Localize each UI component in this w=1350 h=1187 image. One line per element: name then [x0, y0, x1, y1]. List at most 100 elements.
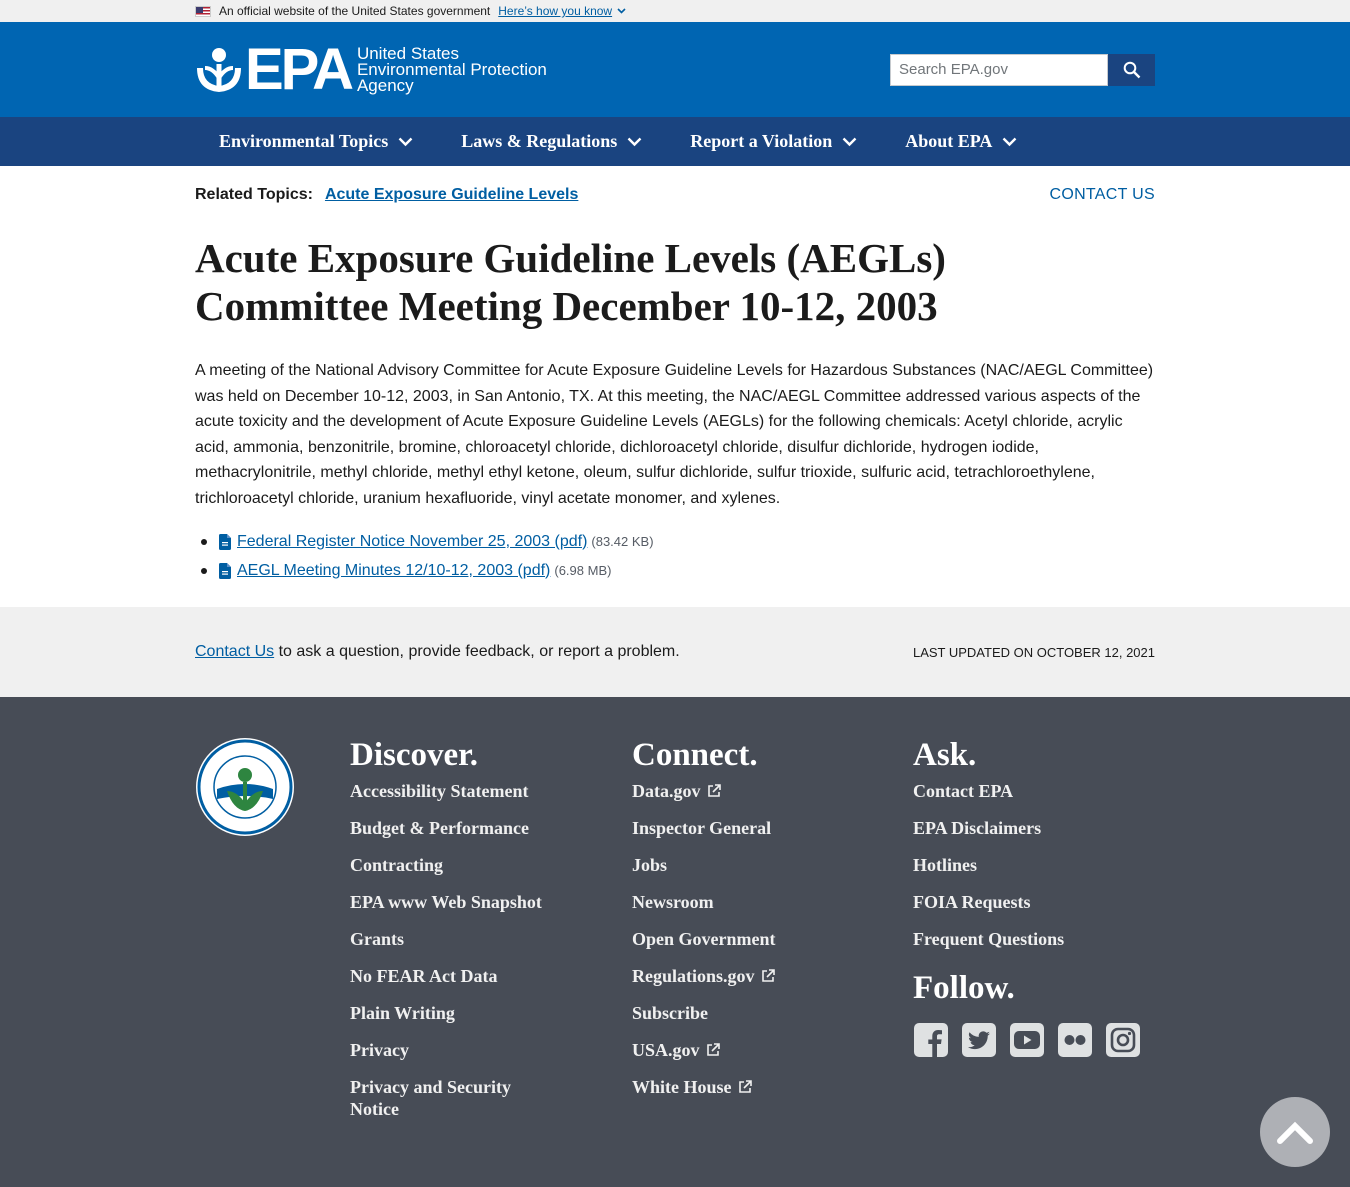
- feedback-contact-link[interactable]: Contact Us: [195, 643, 274, 660]
- footer-link-label: Regulations.gov: [632, 966, 755, 986]
- external-link-icon: [706, 1043, 720, 1056]
- footer-link[interactable]: Subscribe: [632, 1002, 776, 1024]
- nav-label: About EPA: [905, 131, 993, 151]
- epa-seal-icon: [195, 737, 295, 842]
- back-to-top-button[interactable]: [1260, 1097, 1330, 1167]
- footer-link[interactable]: Inspector General: [632, 817, 776, 839]
- instagram-icon[interactable]: [1105, 1022, 1141, 1058]
- footer-link-label: Data.gov: [632, 781, 701, 801]
- footer-ask-title: Ask.: [913, 737, 977, 773]
- footer-link-usagov[interactable]: USA.gov: [632, 1039, 776, 1061]
- footer-link-datagov[interactable]: Data.gov: [632, 780, 776, 802]
- intro-paragraph: A meeting of the National Advisory Commi…: [195, 362, 1154, 507]
- chevron-down-icon: [1003, 137, 1017, 146]
- gov-banner-text: An official website of the United States…: [219, 4, 491, 18]
- meeting-minutes-link[interactable]: AEGL Meeting Minutes 12/10-12, 2003 (pdf…: [237, 562, 550, 580]
- feedback-bar: Contact Us to ask a question, provide fe…: [0, 607, 1350, 697]
- search-button[interactable]: [1108, 53, 1155, 86]
- footer-discover: Discover. Accessibility Statement Budget…: [350, 735, 550, 1135]
- footer-link[interactable]: EPA www Web Snapshot: [350, 891, 550, 913]
- footer-link-label: White House: [632, 1077, 732, 1097]
- logo-line-3: Agency: [356, 75, 414, 95]
- site-footer: Discover. Accessibility Statement Budget…: [0, 697, 1350, 1187]
- footer-link[interactable]: Privacy: [350, 1039, 550, 1061]
- youtube-icon[interactable]: [1009, 1022, 1045, 1058]
- footer-link[interactable]: Budget & Performance: [350, 817, 550, 839]
- facebook-icon[interactable]: [913, 1022, 949, 1058]
- list-item: AEGL Meeting Minutes 12/10-12, 2003 (pdf…: [195, 556, 1155, 585]
- nav-label: Laws & Regulations: [461, 131, 618, 151]
- footer-link[interactable]: Frequent Questions: [913, 928, 1141, 950]
- nav-about-epa[interactable]: About EPA: [881, 131, 1041, 152]
- footer-discover-title: Discover.: [350, 737, 479, 773]
- feedback-message: to ask a question, provide feedback, or …: [274, 643, 680, 660]
- page-title: Acute Exposure Guideline Levels (AEGLs) …: [195, 234, 1155, 330]
- main-content: Related Topics: Acute Exposure Guideline…: [195, 166, 1155, 585]
- related-topic-link[interactable]: Acute Exposure Guideline Levels: [325, 186, 578, 204]
- external-link-icon: [761, 969, 775, 982]
- external-link-icon: [707, 784, 721, 797]
- chevron-down-icon: [398, 137, 413, 146]
- footer-link[interactable]: Newsroom: [632, 891, 776, 913]
- footer-link-whitehouse[interactable]: White House: [632, 1076, 776, 1098]
- nav-report-violation[interactable]: Report a Violation: [666, 131, 881, 152]
- footer-link-label: USA.gov: [632, 1040, 700, 1060]
- list-item: Federal Register Notice November 25, 200…: [195, 527, 1155, 556]
- feedback-text: Contact Us to ask a question, provide fe…: [195, 643, 680, 661]
- chevron-down-icon: [617, 8, 626, 14]
- social-links: [913, 1022, 1141, 1058]
- footer-connect-title: Connect.: [632, 737, 758, 773]
- file-icon: [219, 562, 231, 579]
- footer-link[interactable]: Jobs: [632, 854, 776, 876]
- footer-link[interactable]: Open Government: [632, 928, 776, 950]
- flickr-icon[interactable]: [1057, 1022, 1093, 1058]
- footer-ask: Ask. Contact EPA EPA Disclaimers Hotline…: [913, 735, 1141, 1058]
- footer-connect: Connect. Data.gov Inspector General Jobs…: [632, 735, 776, 1113]
- nav-label: Environmental Topics: [219, 131, 389, 151]
- file-icon: [219, 533, 231, 550]
- footer-follow: Follow.: [913, 968, 1141, 1058]
- gov-banner: An official website of the United States…: [0, 0, 1350, 22]
- footer-link[interactable]: Plain Writing: [350, 1002, 550, 1024]
- nav-label: Report a Violation: [690, 131, 833, 151]
- search-form: [890, 53, 1155, 86]
- footer-link[interactable]: Contracting: [350, 854, 550, 876]
- twitter-icon[interactable]: [961, 1022, 997, 1058]
- page-title-line-2: Committee Meeting December 10-12, 2003: [195, 283, 938, 329]
- epa-logo-text: United States Environmental Protection A…: [356, 45, 547, 95]
- heres-how-you-know-link[interactable]: Here’s how you know: [498, 0, 626, 22]
- last-updated: Last updated on October 12, 2021: [912, 644, 1155, 660]
- related-topics: Related Topics: Acute Exposure Guideline…: [195, 166, 1155, 224]
- contact-us-link[interactable]: CONTACT US: [1049, 186, 1155, 204]
- main-nav: Environmental Topics Laws & Regulations …: [0, 117, 1350, 166]
- file-size: (6.98 MB): [554, 563, 612, 578]
- heres-how-you-know-label[interactable]: Here’s how you know: [498, 0, 612, 22]
- chevron-down-icon: [627, 137, 642, 146]
- footer-follow-title: Follow.: [913, 970, 1015, 1006]
- footer-link[interactable]: Privacy and Security Notice: [350, 1076, 550, 1120]
- footer-link[interactable]: Grants: [350, 928, 550, 950]
- footer-link[interactable]: Contact EPA: [913, 780, 1141, 802]
- related-topics-left: Related Topics: Acute Exposure Guideline…: [195, 186, 578, 204]
- footer-link[interactable]: EPA Disclaimers: [913, 817, 1141, 839]
- us-flag-icon: [195, 5, 211, 17]
- epa-flower-icon: [195, 46, 243, 94]
- page-title-line-1: Acute Exposure Guideline Levels (AEGLs): [195, 235, 946, 281]
- footer-link[interactable]: FOIA Requests: [913, 891, 1141, 913]
- footer-link[interactable]: Hotlines: [913, 854, 1141, 876]
- footer-link[interactable]: No FEAR Act Data: [350, 965, 550, 987]
- nav-laws-regulations[interactable]: Laws & Regulations: [437, 131, 666, 152]
- nav-environmental-topics[interactable]: Environmental Topics: [195, 131, 437, 152]
- search-icon: [1123, 61, 1140, 78]
- search-input[interactable]: [890, 53, 1108, 86]
- epa-logo[interactable]: EPA United States Environmental Protecti…: [195, 36, 547, 102]
- file-list: Federal Register Notice November 25, 200…: [195, 527, 1155, 585]
- external-link-icon: [738, 1080, 752, 1093]
- footer-link-regulationsgov[interactable]: Regulations.gov: [632, 965, 776, 987]
- related-topics-label: Related Topics:: [195, 186, 313, 203]
- federal-register-notice-link[interactable]: Federal Register Notice November 25, 200…: [237, 533, 587, 551]
- chevron-up-icon: [1277, 1121, 1313, 1144]
- epa-logo-letters: EPA: [245, 36, 354, 102]
- footer-link[interactable]: Accessibility Statement: [350, 780, 550, 802]
- site-header: EPA United States Environmental Protecti…: [0, 22, 1350, 117]
